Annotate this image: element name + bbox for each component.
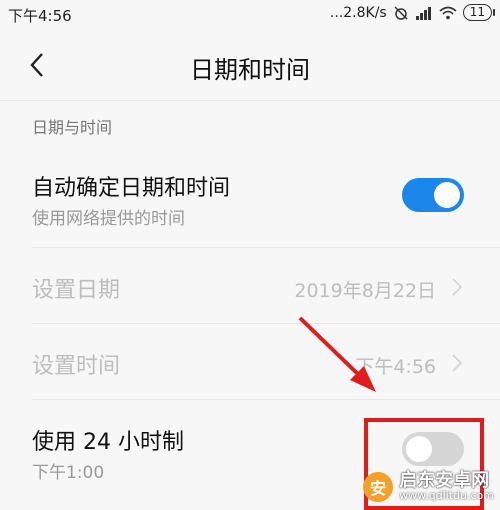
alarm-icon	[394, 5, 408, 20]
status-icons: ...2.8K/s 11	[329, 4, 496, 21]
header: 日期和时间	[0, 28, 500, 100]
header-divider	[0, 100, 500, 101]
section-label: 日期与时间	[32, 118, 113, 137]
toggle-knob	[434, 182, 460, 208]
use-24h-title: 使用 24 小时制	[32, 430, 184, 455]
set-time-row[interactable]: 设置时间 下午4:56	[0, 324, 500, 400]
use-24h-subtitle: 下午1:00	[32, 463, 105, 483]
battery-icon: 11	[462, 4, 496, 21]
watermark-url: www.qdlitdu.com	[399, 489, 494, 503]
set-date-row[interactable]: 设置日期 2019年8月22日	[0, 248, 500, 324]
watermark-logo-icon: 安	[363, 471, 394, 502]
auto-datetime-title: 自动确定日期和时间	[32, 176, 231, 201]
wifi-icon	[439, 6, 457, 19]
chevron-right-icon	[452, 354, 463, 372]
auto-datetime-row[interactable]: 自动确定日期和时间 使用网络提供的时间	[0, 160, 500, 248]
network-speed: ...2.8K/s	[329, 4, 387, 21]
watermark-name: 启东安卓网	[399, 469, 490, 491]
watermark-text: 启东安卓网 www.qdlitdu.com	[399, 469, 494, 503]
set-date-title: 设置日期	[32, 278, 121, 303]
signal-icon	[415, 6, 431, 20]
status-time: 下午4:56	[8, 7, 72, 25]
chevron-right-icon	[452, 278, 463, 296]
status-bar: 下午4:56 ...2.8K/s 11	[0, 0, 500, 28]
watermark: 安 启东安卓网 www.qdlitdu.com	[363, 469, 494, 503]
set-time-value: 下午4:56	[355, 356, 436, 378]
auto-datetime-toggle[interactable]	[402, 178, 464, 212]
set-date-value: 2019年8月22日	[294, 280, 436, 302]
page-title: 日期和时间	[190, 56, 310, 84]
set-time-title: 设置时间	[32, 354, 121, 379]
auto-datetime-subtitle: 使用网络提供的时间	[32, 209, 185, 229]
